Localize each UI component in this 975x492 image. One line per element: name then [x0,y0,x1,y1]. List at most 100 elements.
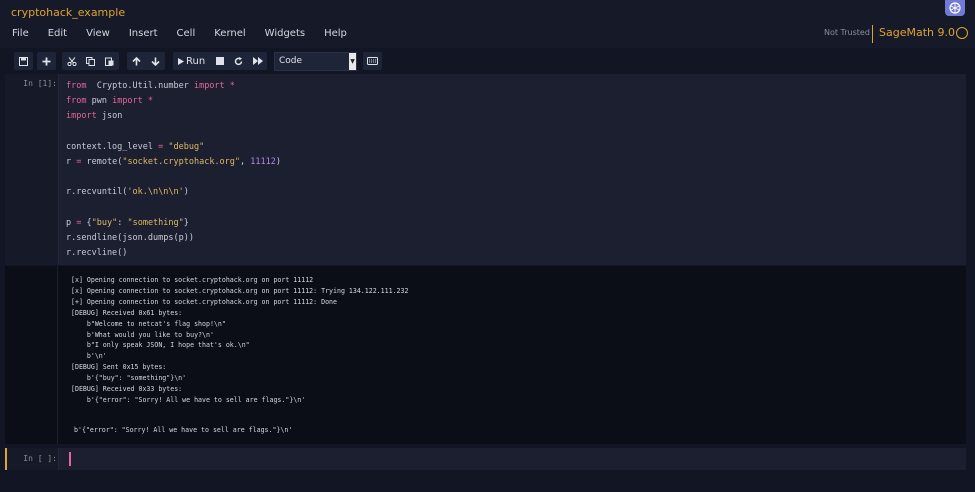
code-token: ) [183,187,189,198]
stderr-line: [+] Opening connection to socket.cryptoh… [71,297,337,306]
code-line: context.log_level = "debug" [66,140,281,155]
code-line: from Crypto.Util.number import * [66,79,281,94]
code-token: import [193,81,225,91]
kernel-name[interactable]: SageMath 9.0 [879,26,955,39]
move-group [127,52,165,70]
code-line: r.recvuntil('ok.\n\n\n') [66,185,281,200]
scissors-icon [66,56,77,66]
menu-edit[interactable]: Edit [48,24,67,44]
notebook-title[interactable]: cryptohack_example [11,6,125,19]
code-token: remote( [81,156,123,167]
menu-insert[interactable]: Insert [129,24,158,44]
text-cursor [69,452,71,466]
stderr-line: b"Welcome to netcat's flag shop!\n" [71,319,226,328]
insert-group [37,52,56,70]
code-token: ) [275,156,281,167]
save-button[interactable] [14,52,33,70]
trust-status[interactable]: Not Trusted [824,28,870,37]
code-token: from [66,96,87,107]
paste-button[interactable] [100,52,119,70]
kernel-logo-icon [945,0,965,16]
stderr-line: [DEBUG] Sent 0x15 bytes: [71,363,167,372]
code-token: pwn [86,96,113,107]
code-line: r.sendline(json.dumps(p)) [66,231,281,246]
code-token: r.recvuntil( [66,187,128,198]
cell-prompt: In [1]: [23,79,57,88]
cell-prompt: In [ ]: [23,454,57,463]
code-line: r.recvline() [66,246,281,261]
menu-cell[interactable]: Cell [177,24,196,44]
code-line: r = remote("socket.cryptohack.org", 1111… [66,155,281,170]
menu-help[interactable]: Help [324,24,347,44]
code-token: : [117,217,128,228]
restart-run-all-button[interactable] [248,52,267,70]
code-token: , [240,156,251,167]
cell-type-select[interactable]: Code ▼ [274,52,357,71]
keyboard-icon [367,57,378,65]
cell-output: [x] Opening connection to socket.cryptoh… [5,266,966,444]
code-line: p = {"buy": "something"} [66,216,281,231]
menu-view[interactable]: View [86,24,110,44]
arrow-down-icon [151,57,160,66]
stderr-line: b'{"error": "Sorry! All we have to sell … [71,395,306,404]
edit-group [62,52,119,70]
code-token: { [81,217,92,228]
code-cell[interactable]: In [1]: from Crypto.Util.number import *… [5,74,966,265]
cell-input[interactable] [58,448,966,470]
menu-bar: File Edit View Insert Cell Kernel Widget… [0,24,354,44]
code-token: import [66,111,97,122]
kernel-separator [872,25,873,43]
stderr-output: [x] Opening connection to socket.cryptoh… [71,275,408,406]
code-token: from [66,81,87,91]
stdout-output: b'{"error": "Sorry! All we have to sell … [74,426,293,434]
stderr-line: b"I only speak JSON, I hope that's ok.\n… [71,341,250,350]
empty-code-cell[interactable]: In [ ]: [5,448,966,470]
code-editor[interactable]: from Crypto.Util.number import * from pwn… [66,79,281,261]
arrow-up-icon [132,56,141,65]
restart-icon [234,56,243,65]
code-token: "buy" [91,217,118,228]
code-token: r.sendline(json.dumps(p)) [66,232,194,243]
code-token: "something" [127,217,184,228]
move-up-button[interactable] [127,52,146,70]
palette-group [363,52,382,70]
menu-kernel[interactable]: Kernel [214,24,245,44]
code-token: "socket.cryptohack.org" [122,156,241,167]
move-down-button[interactable] [146,52,165,70]
stderr-line: [DEBUG] Received 0x33 bytes: [71,385,183,394]
copy-button[interactable] [81,52,100,70]
restart-button[interactable] [229,52,248,70]
plus-icon [42,57,51,65]
interrupt-button[interactable] [210,52,229,70]
insert-cell-button[interactable] [37,52,56,70]
command-palette-button[interactable] [363,52,382,70]
save-group [14,52,33,70]
paste-icon [105,57,114,66]
play-icon [178,57,184,65]
code-token: 11112 [250,156,276,167]
dropdown-arrow-icon: ▼ [349,53,356,70]
code-token: * [224,81,235,91]
stderr-line: b'What would you like to buy?\n' [71,330,214,339]
notebook-header: cryptohack_example File Edit View Insert… [0,0,975,48]
output-content: [x] Opening connection to socket.cryptoh… [57,266,966,444]
code-token: Crypto.Util.number [86,81,194,91]
cell-type-value: Code [279,56,303,66]
code-token: r [66,156,77,167]
stderr-line: [x] Opening connection to socket.cryptoh… [71,276,314,284]
code-token: p [66,217,77,228]
copy-icon [86,56,95,66]
kernel-idle-icon [956,27,968,39]
cell-input[interactable]: from Crypto.Util.number import * from pwn… [58,74,966,265]
code-token: import [112,96,143,107]
code-token: "debug" [163,141,205,152]
run-button[interactable]: Run [173,52,210,70]
menu-widgets[interactable]: Widgets [265,24,305,44]
stderr-line: b'{"buy": "something"}\n' [71,374,187,383]
stop-icon [215,57,224,65]
menu-file[interactable]: File [12,24,29,44]
cut-button[interactable] [62,52,81,70]
